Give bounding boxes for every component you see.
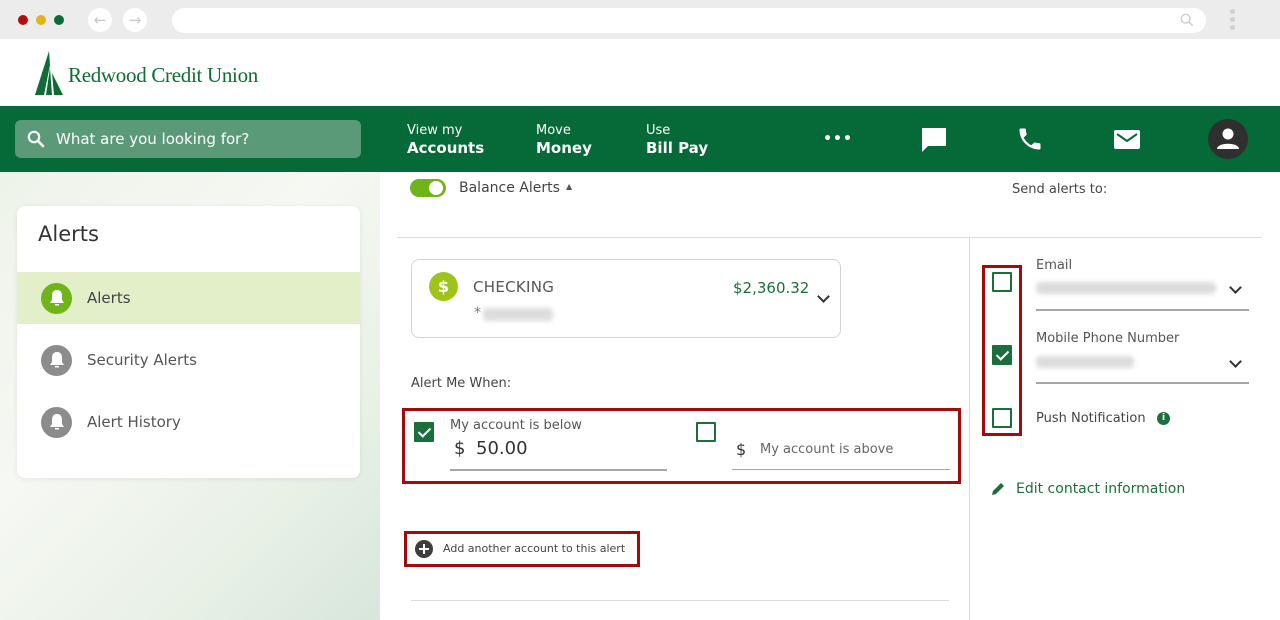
back-button[interactable]: ← bbox=[88, 8, 112, 32]
account-type: CHECKING bbox=[473, 278, 555, 296]
account-number-prefix: * bbox=[474, 305, 481, 321]
sidebar-title: Alerts bbox=[38, 222, 99, 246]
account-number-masked bbox=[483, 308, 553, 321]
send-alerts-title: Send alerts to: bbox=[1012, 182, 1108, 197]
phone-button[interactable] bbox=[1016, 125, 1044, 153]
bell-icon bbox=[41, 406, 72, 438]
below-amount-input[interactable]: $ 50.00 bbox=[450, 436, 667, 468]
main-navigation: What are you looking for? View my Accoun… bbox=[0, 106, 1280, 172]
address-bar[interactable] bbox=[172, 8, 1206, 33]
edit-contact-label: Edit contact information bbox=[1016, 481, 1186, 497]
section-divider bbox=[397, 237, 1262, 238]
alerts-sidebar: Alerts Alerts Security Alerts Alert Hist… bbox=[17, 206, 360, 478]
balance-alerts-toggle[interactable] bbox=[410, 179, 446, 197]
email-select[interactable] bbox=[1036, 276, 1249, 306]
brand-name: Redwood Credit Union bbox=[68, 62, 258, 87]
account-balance: $2,360.32 bbox=[733, 279, 810, 297]
chat-button[interactable] bbox=[920, 125, 948, 153]
mail-button[interactable] bbox=[1113, 125, 1141, 153]
plus-circle-icon bbox=[415, 540, 433, 558]
balance-alerts-label: Balance Alerts bbox=[459, 180, 560, 196]
nav-link-label: Bill Pay bbox=[646, 138, 709, 157]
account-card[interactable]: $ CHECKING * $2,360.32 bbox=[411, 259, 841, 338]
close-window-button[interactable] bbox=[18, 15, 28, 25]
nav-link-caption: Use bbox=[646, 123, 671, 138]
currency-symbol: $ bbox=[454, 438, 466, 459]
sidebar-item-alerts[interactable]: Alerts bbox=[17, 272, 360, 324]
below-amount-value: 50.00 bbox=[476, 438, 528, 459]
browser-chrome: ← → bbox=[0, 0, 1280, 39]
site-search-input[interactable]: What are you looking for? bbox=[15, 120, 361, 158]
above-checkbox[interactable] bbox=[696, 422, 716, 442]
bell-icon bbox=[41, 282, 72, 314]
forward-button[interactable]: → bbox=[123, 8, 147, 32]
currency-symbol: $ bbox=[736, 440, 747, 459]
chevron-down-icon[interactable] bbox=[817, 290, 830, 303]
nav-link-label: Money bbox=[536, 138, 592, 157]
email-underline bbox=[1036, 309, 1249, 311]
below-field-label: My account is below bbox=[450, 418, 582, 433]
sidebar-item-label: Alert History bbox=[87, 413, 181, 431]
info-icon[interactable]: i bbox=[1157, 412, 1170, 425]
email-value-masked bbox=[1036, 282, 1216, 294]
logo[interactable]: Redwood Credit Union bbox=[35, 51, 258, 95]
search-icon bbox=[27, 130, 45, 148]
chat-icon bbox=[922, 128, 946, 152]
add-account-link[interactable]: Add another account to this alert bbox=[443, 542, 625, 555]
email-label: Email bbox=[1036, 258, 1073, 273]
above-input-underline bbox=[732, 469, 950, 470]
above-amount-input[interactable]: $ My account is above bbox=[732, 436, 950, 468]
browser-menu-icon[interactable] bbox=[1230, 9, 1236, 33]
account-icon bbox=[1217, 128, 1239, 149]
above-amount-placeholder: My account is above bbox=[760, 442, 894, 457]
nav-view-accounts[interactable]: View my Accounts bbox=[407, 123, 484, 157]
edit-contact-link[interactable]: Edit contact information bbox=[990, 479, 1185, 499]
nav-link-label: Accounts bbox=[407, 138, 485, 157]
mobile-value-masked bbox=[1036, 356, 1134, 368]
collapse-icon[interactable]: ▲ bbox=[566, 182, 572, 191]
site-header: Redwood Credit Union bbox=[0, 39, 1280, 106]
push-checkbox[interactable] bbox=[992, 408, 1012, 428]
mobile-select[interactable] bbox=[1036, 350, 1249, 380]
nav-link-caption: Move bbox=[536, 123, 571, 138]
account-button[interactable] bbox=[1208, 119, 1248, 159]
below-checkbox[interactable] bbox=[414, 422, 434, 442]
mobile-label: Mobile Phone Number bbox=[1036, 331, 1180, 346]
sidebar-item-security-alerts[interactable]: Security Alerts bbox=[17, 334, 360, 386]
maximize-window-button[interactable] bbox=[54, 15, 64, 25]
column-divider bbox=[969, 238, 970, 620]
mobile-underline bbox=[1036, 382, 1249, 384]
redwood-tree-icon bbox=[35, 51, 63, 95]
dollar-icon: $ bbox=[429, 272, 458, 301]
mail-icon bbox=[1114, 130, 1140, 149]
nav-move-money[interactable]: Move Money bbox=[536, 123, 592, 157]
alert-me-when-label: Alert Me When: bbox=[411, 376, 512, 391]
sidebar-item-alert-history[interactable]: Alert History bbox=[17, 396, 360, 448]
below-input-underline bbox=[450, 469, 667, 471]
nav-link-caption: View my bbox=[407, 123, 463, 138]
minimize-window-button[interactable] bbox=[36, 15, 46, 25]
bell-icon bbox=[41, 344, 72, 376]
sidebar-item-label: Security Alerts bbox=[87, 351, 197, 369]
phone-icon bbox=[1019, 128, 1041, 150]
search-icon bbox=[1180, 13, 1194, 27]
email-checkbox[interactable] bbox=[992, 272, 1012, 292]
sidebar-item-label: Alerts bbox=[87, 289, 131, 307]
nav-bill-pay[interactable]: Use Bill Pay bbox=[646, 123, 708, 157]
search-placeholder: What are you looking for? bbox=[56, 130, 250, 148]
more-menu-button[interactable]: ••• bbox=[823, 125, 852, 153]
bottom-divider bbox=[411, 600, 949, 601]
mobile-checkbox[interactable] bbox=[992, 345, 1012, 365]
push-label: Push Notification bbox=[1036, 411, 1146, 426]
pencil-icon bbox=[992, 483, 1004, 495]
